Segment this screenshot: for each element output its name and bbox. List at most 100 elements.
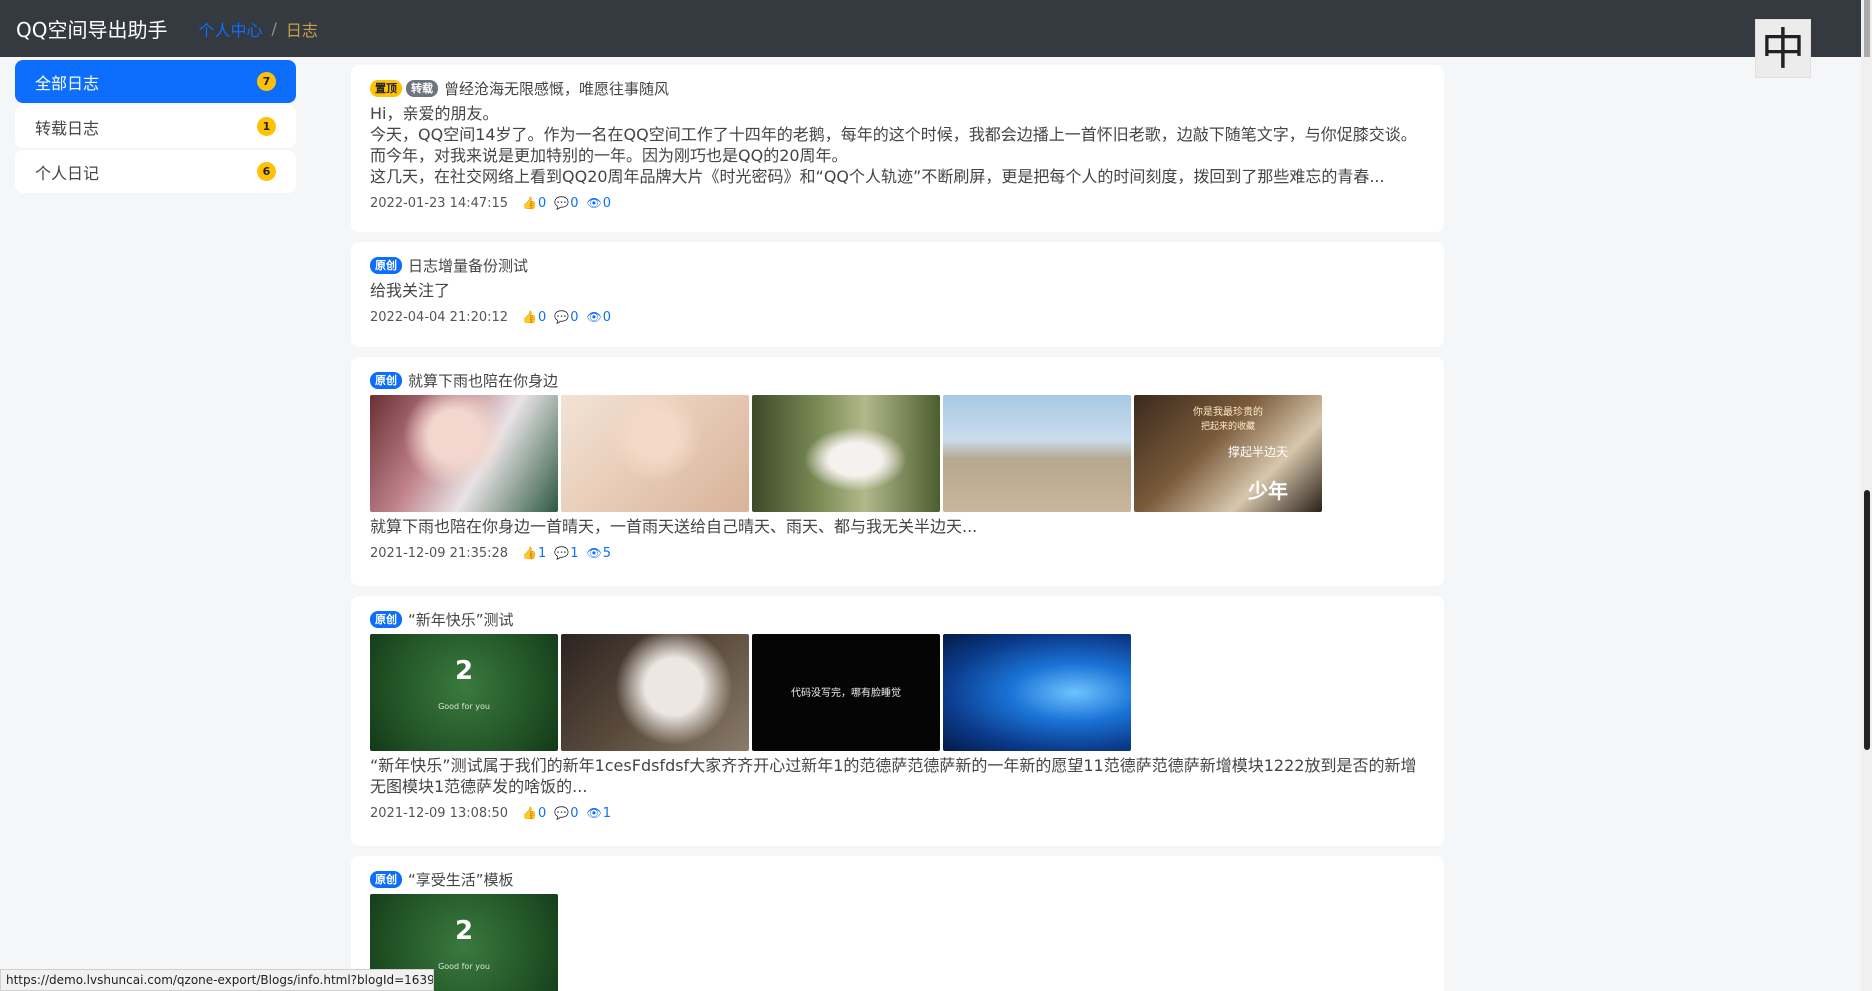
blog-image[interactable] xyxy=(561,395,749,512)
blog-image[interactable] xyxy=(943,395,1131,512)
blog-card: 原创 “新年快乐”测试 2 Good for you 代码没写完，哪有脸睡觉 “… xyxy=(351,596,1444,846)
top-navbar: QQ空间导出助手 个人中心 / 日志 xyxy=(0,0,1872,57)
language-toggle-button[interactable]: 中 xyxy=(1755,19,1811,78)
sidebar-item-all-blogs[interactable]: 全部日志 7 xyxy=(15,60,296,103)
blog-summary[interactable]: 就算下雨也陪在你身边一首晴天，一首雨天送给自己晴天、雨天、都与我无关半边天... xyxy=(370,516,1425,537)
comment-icon: 💬 xyxy=(554,196,570,210)
comment-icon: 💬 xyxy=(554,310,570,324)
blog-summary[interactable]: Hi，亲爱的朋友。 今天，QQ空间14岁了。作为一名在QQ空间工作了十四年的老鹅… xyxy=(370,103,1425,187)
view-count: 👁 0 xyxy=(587,310,612,325)
like-count: 👍 0 xyxy=(522,806,546,821)
comment-count: 💬 0 xyxy=(554,196,578,211)
image-overlay-text: 你是我最珍贵的 xyxy=(1193,407,1263,418)
like-count: 👍 0 xyxy=(522,196,546,211)
blog-image[interactable]: 你是我最珍贵的 把起来的收藏 撑起半边天 少年 xyxy=(1134,395,1322,512)
publish-date: 2022-01-23 14:47:15 xyxy=(370,195,509,211)
publish-date: 2022-04-04 21:20:12 xyxy=(370,309,509,325)
blog-title-link[interactable]: 就算下雨也陪在你身边 xyxy=(408,370,558,391)
eye-icon: 👁 xyxy=(586,806,602,820)
scrollbar-thumb[interactable] xyxy=(1864,490,1870,750)
summary-line: 无图模块1范德萨发的啥饭的... xyxy=(370,777,588,796)
comment-count: 💬 1 xyxy=(554,546,578,561)
image-overlay-text: Good for you xyxy=(438,702,490,711)
sidebar-item-personal-diary[interactable]: 个人日记 6 xyxy=(15,150,296,193)
sidebar: 全部日志 7 转载日志 1 个人日记 6 xyxy=(15,60,296,195)
publish-date: 2021-12-09 13:08:50 xyxy=(370,805,509,821)
like-count: 👍 1 xyxy=(522,546,546,561)
blog-image[interactable] xyxy=(370,395,558,512)
blog-image[interactable] xyxy=(752,395,940,512)
breadcrumb-separator: / xyxy=(271,19,277,38)
blog-image[interactable]: 代码没写完，哪有脸睡觉 xyxy=(752,634,940,751)
breadcrumb-home-link[interactable]: 个人中心 xyxy=(198,17,262,41)
view-count: 👁 1 xyxy=(587,806,612,821)
eye-icon: 👁 xyxy=(586,196,602,210)
scrollbar-top-segment xyxy=(1864,0,1870,57)
like-count: 👍 0 xyxy=(522,310,546,325)
original-tag: 原创 xyxy=(370,610,402,628)
blog-card: 原创 就算下雨也陪在你身边 你是我最珍贵的 把起来的收藏 撑起半边天 少年 就算… xyxy=(351,357,1444,586)
view-count-value: 5 xyxy=(602,545,612,561)
eye-icon: 👁 xyxy=(586,310,602,324)
blog-summary[interactable]: 给我关注了 xyxy=(370,280,1425,301)
view-count: 👁 0 xyxy=(587,196,612,211)
blog-image[interactable]: 2 Good for you xyxy=(370,634,558,751)
blog-meta: 2021-12-09 21:35:28 👍 1 💬 1 👁 5 xyxy=(370,543,1425,563)
like-count-value: 1 xyxy=(538,545,547,561)
blog-card: 置顶 转载 曾经沧海无限感慨，唯愿往事随风 Hi，亲爱的朋友。 今天，QQ空间1… xyxy=(351,65,1444,232)
view-count-value: 1 xyxy=(602,805,612,821)
blog-list: 置顶 转载 曾经沧海无限感慨，唯愿往事随风 Hi，亲爱的朋友。 今天，QQ空间1… xyxy=(351,65,1444,991)
blog-title-link[interactable]: “新年快乐”测试 xyxy=(408,609,514,630)
image-gallery: 2 Good for you 代码没写完，哪有脸睡觉 xyxy=(370,634,1425,751)
like-count-value: 0 xyxy=(538,195,547,211)
comment-count-value: 0 xyxy=(570,309,579,325)
view-count: 👁 5 xyxy=(587,546,612,561)
sidebar-item-label: 转载日志 xyxy=(35,118,100,138)
sidebar-item-reposted-blogs[interactable]: 转载日志 1 xyxy=(15,105,296,148)
summary-line: 这几天，在社交网络上看到QQ20周年品牌大片《时光密码》和“QQ个人轨迹”不断刷… xyxy=(370,167,1385,186)
blog-title-link[interactable]: 曾经沧海无限感慨，唯愿往事随风 xyxy=(444,78,669,99)
image-overlay-text: 把起来的收藏 xyxy=(1200,422,1255,432)
blog-meta: 2022-01-23 14:47:15 👍 0 💬 0 👁 0 xyxy=(370,193,1425,213)
thumbs-up-icon: 👍 xyxy=(522,806,538,820)
image-overlay-text: 撑起半边天 xyxy=(1227,445,1288,459)
blog-image[interactable] xyxy=(561,634,749,751)
thumbs-up-icon: 👍 xyxy=(522,310,538,324)
thumbs-up-icon: 👍 xyxy=(522,196,538,210)
summary-line: 就算下雨也陪在你身边一首晴天，一首雨天送给自己晴天、雨天、都与我无关半边天... xyxy=(370,517,978,536)
original-tag: 原创 xyxy=(370,870,402,888)
comment-icon: 💬 xyxy=(554,806,570,820)
like-count-value: 0 xyxy=(538,805,547,821)
blog-title-link[interactable]: “享受生活”模板 xyxy=(408,869,514,890)
count-badge: 1 xyxy=(257,117,276,136)
blog-summary[interactable]: “新年快乐”测试属于我们的新年1cesFdsfdsf大家齐齐开心过新年1的范德萨… xyxy=(370,755,1425,797)
summary-line: 而今年，对我来说是更加特别的一年。因为刚巧也是QQ的20周年。 xyxy=(370,146,848,165)
app-brand[interactable]: QQ空间导出助手 xyxy=(16,14,167,43)
eye-icon: 👁 xyxy=(586,546,602,560)
comment-count-value: 0 xyxy=(570,195,579,211)
comment-icon: 💬 xyxy=(554,546,570,560)
comment-count-value: 1 xyxy=(570,545,579,561)
original-tag: 原创 xyxy=(370,256,402,274)
blog-image[interactable] xyxy=(943,634,1131,751)
count-badge: 6 xyxy=(257,162,276,181)
image-gallery: 你是我最珍贵的 把起来的收藏 撑起半边天 少年 xyxy=(370,395,1425,512)
like-count-value: 0 xyxy=(538,309,547,325)
image-overlay-text: 2 xyxy=(454,656,474,686)
image-overlay-text: 2 xyxy=(454,916,474,946)
image-gallery: 2 Good for you xyxy=(370,894,1425,991)
pinned-tag: 置顶 xyxy=(370,79,402,97)
repost-tag: 转载 xyxy=(406,79,438,97)
breadcrumb-current: 日志 xyxy=(285,20,318,40)
comment-count: 💬 0 xyxy=(554,806,578,821)
breadcrumb: 个人中心 / 日志 xyxy=(198,17,317,41)
blog-meta: 2021-12-09 13:08:50 👍 0 💬 0 👁 1 xyxy=(370,803,1425,823)
count-badge: 7 xyxy=(257,72,276,91)
blog-meta: 2022-04-04 21:20:12 👍 0 💬 0 👁 0 xyxy=(370,307,1425,327)
original-tag: 原创 xyxy=(370,371,402,389)
blog-title-link[interactable]: 日志增量备份测试 xyxy=(408,255,528,276)
comment-count: 💬 0 xyxy=(554,310,578,325)
publish-date: 2021-12-09 21:35:28 xyxy=(370,545,509,561)
summary-line: Hi，亲爱的朋友。 xyxy=(370,104,499,123)
image-overlay-text: 少年 xyxy=(1248,479,1288,503)
